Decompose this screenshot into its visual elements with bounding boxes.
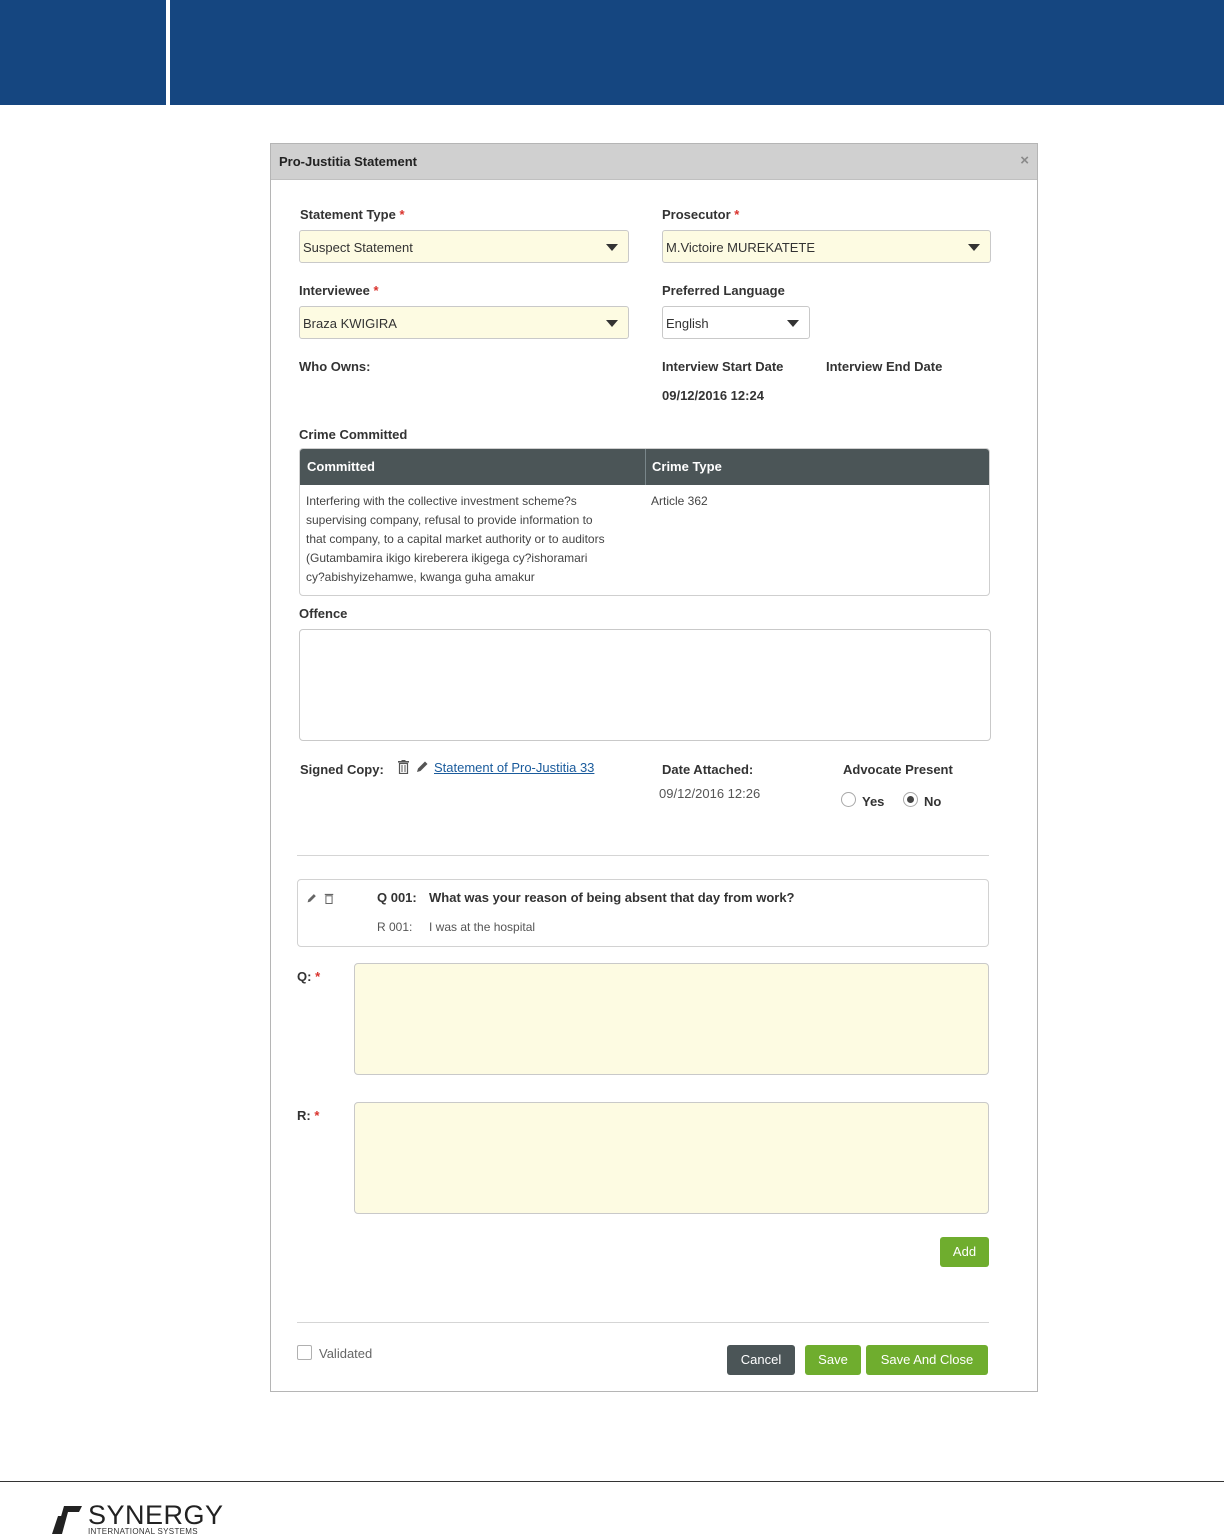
chevron-down-icon: [606, 244, 618, 251]
advocate-yes-label: Yes: [862, 794, 885, 809]
chevron-down-icon: [968, 244, 980, 251]
interview-start-label: Interview Start Date: [662, 359, 784, 374]
advocate-present-label: Advocate Present: [843, 762, 953, 777]
column-crime-type[interactable]: Crime Type: [652, 459, 722, 474]
signed-copy-label: Signed Copy:: [300, 762, 384, 777]
dialog-title: Pro-Justitia Statement: [279, 154, 417, 169]
table-row[interactable]: Interfering with the collective investme…: [306, 492, 644, 587]
qa-list-item: Q 001: What was your reason of being abs…: [297, 879, 989, 947]
interview-end-label: Interview End Date: [826, 359, 943, 374]
statement-type-label: Statement Type *: [300, 207, 405, 222]
pro-justitia-dialog: Pro-Justitia Statement × Statement Type …: [270, 143, 1038, 1392]
committed-line: Interfering with the collective investme…: [306, 494, 577, 508]
brand-tagline: INTERNATIONAL SYSTEMS: [88, 1527, 198, 1536]
crime-type-cell: Article 362: [651, 494, 708, 508]
divider: [297, 855, 989, 856]
committed-line: supervising company, refusal to provide …: [306, 513, 593, 527]
divider: [297, 1322, 989, 1323]
preferred-language-select[interactable]: English: [662, 306, 810, 339]
crime-committed-label: Crime Committed: [299, 427, 408, 442]
prosecutor-select[interactable]: M.Victoire MUREKATETE: [662, 230, 991, 263]
advocate-yes-radio[interactable]: [841, 792, 856, 807]
advocate-no-radio[interactable]: [903, 792, 918, 807]
interviewee-label: Interviewee *: [299, 283, 379, 298]
crime-committed-table: Committed Crime Type Interfering with th…: [299, 448, 990, 596]
interview-start-value: 09/12/2016 12:24: [662, 388, 764, 403]
trash-icon[interactable]: [324, 893, 334, 904]
offence-textarea[interactable]: [299, 629, 991, 741]
cancel-button[interactable]: Cancel: [727, 1345, 795, 1375]
pencil-icon[interactable]: [415, 760, 429, 774]
prosecutor-label: Prosecutor *: [662, 207, 740, 222]
question-text: What was your reason of being absent tha…: [429, 890, 795, 905]
response-number: R 001:: [377, 920, 413, 934]
validated-label: Validated: [319, 1346, 373, 1361]
committed-line: (Gutambamira ikigo kireberera ikigega cy…: [306, 551, 588, 565]
save-button[interactable]: Save: [805, 1345, 861, 1375]
date-attached-label: Date Attached:: [662, 762, 754, 777]
committed-line: cy?abishyizehamwe, kwanga guha amakur: [306, 570, 535, 584]
save-and-close-button[interactable]: Save And Close: [866, 1345, 988, 1375]
signed-copy-link[interactable]: Statement of Pro-Justitia 33: [434, 760, 594, 775]
statement-type-select[interactable]: Suspect Statement: [299, 230, 629, 263]
page-footer-rule: [0, 1481, 1224, 1482]
pencil-icon[interactable]: [306, 893, 317, 904]
date-attached-value: 09/12/2016 12:26: [659, 786, 761, 801]
column-committed[interactable]: Committed: [307, 459, 375, 474]
close-icon[interactable]: ×: [1020, 152, 1029, 169]
response-textarea[interactable]: [354, 1102, 989, 1214]
q-field-label: Q: *: [297, 969, 321, 984]
validated-checkbox[interactable]: [297, 1345, 312, 1360]
committed-line: that company, to a capital market author…: [306, 532, 605, 546]
table-header: Committed Crime Type: [300, 449, 989, 485]
dialog-header: Pro-Justitia Statement ×: [271, 144, 1037, 180]
add-button[interactable]: Add: [940, 1237, 989, 1267]
r-field-label: R: *: [297, 1108, 320, 1123]
chevron-down-icon: [787, 320, 799, 327]
top-banner: [0, 0, 1224, 105]
offence-label: Offence: [299, 606, 348, 621]
advocate-no-label: No: [924, 794, 942, 809]
banner-divider: [166, 0, 170, 105]
trash-icon[interactable]: [397, 760, 410, 774]
preferred-language-label: Preferred Language: [662, 283, 785, 298]
question-number: Q 001:: [377, 890, 417, 905]
synergy-logo-icon: [52, 1506, 82, 1534]
column-divider: [645, 449, 646, 485]
chevron-down-icon: [606, 320, 618, 327]
response-text: I was at the hospital: [429, 920, 536, 934]
who-owns-label: Who Owns:: [299, 359, 371, 374]
interviewee-select[interactable]: Braza KWIGIRA: [299, 306, 629, 339]
question-textarea[interactable]: [354, 963, 989, 1075]
